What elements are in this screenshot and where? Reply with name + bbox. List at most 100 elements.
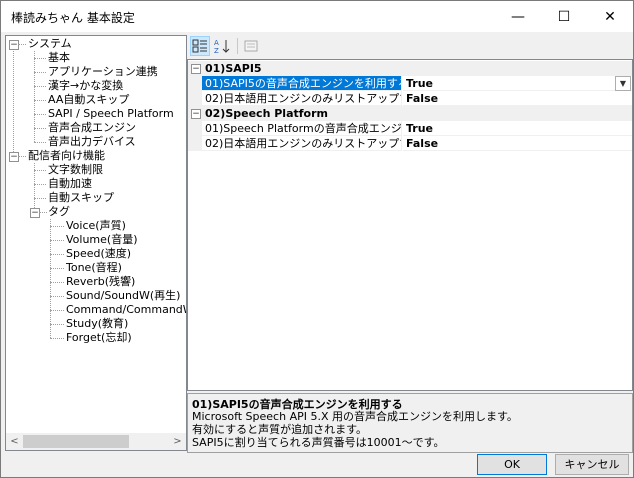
tree-guide-line [34, 170, 46, 171]
tree-guide-line [34, 72, 46, 73]
property-row[interactable]: 02)日本語用エンジンのみリストアップする False [188, 91, 632, 106]
property-value-text: True [406, 77, 434, 90]
tree-guide-line [50, 282, 64, 283]
property-pages-button[interactable] [241, 36, 261, 56]
scroll-left-arrow[interactable]: < [6, 433, 23, 450]
tree-guide-line [13, 44, 14, 156]
settings-tree[interactable]: < > システム − 基本 アプリケーション連携 漢字→かな変換 AA自動スキップ SAPI… [5, 35, 187, 451]
tree-item[interactable]: Reverb(残響) [66, 275, 135, 289]
tree-item[interactable]: Command/CommandW [66, 303, 186, 317]
tree-guide-line [34, 128, 46, 129]
help-description: Microsoft Speech API 5.X 用の音声合成エンジンを利用しま… [192, 410, 518, 449]
window-title: 棒読みちゃん 基本設定 [11, 11, 135, 25]
tree-item[interactable]: 漢字→かな変換 [48, 79, 123, 93]
cancel-button[interactable]: キャンセル [555, 454, 629, 475]
scroll-right-arrow[interactable]: > [169, 433, 186, 450]
property-value[interactable]: True [403, 121, 632, 136]
categorized-view-button[interactable] [190, 36, 210, 56]
title-bar: 棒読みちゃん 基本設定 — ☐ ✕ [1, 1, 633, 32]
category-label: 01)SAPI5 [205, 62, 262, 75]
tree-item[interactable]: Sound/SoundW(再生) [66, 289, 180, 303]
row-gutter [188, 121, 202, 136]
property-row[interactable]: 01)SAPI5の音声合成エンジンを利用する True ▼ [188, 76, 632, 91]
tree-item[interactable]: 自動スキップ [48, 191, 114, 205]
tree-guide-line [34, 58, 46, 59]
property-grid[interactable]: −01)SAPI5 01)SAPI5の音声合成エンジンを利用する True ▼ 02)日… [187, 59, 633, 391]
tree-item[interactable]: Tone(音程) [66, 261, 122, 275]
tree-guide-line [50, 226, 64, 227]
toolbar-separator [237, 38, 238, 54]
tree-guide-line [50, 254, 64, 255]
tree-item[interactable]: タグ [48, 205, 70, 219]
tree-item[interactable]: AA自動スキップ [48, 93, 129, 107]
tree-guide-line [18, 44, 26, 45]
tree-item[interactable]: SAPI / Speech Platform [48, 107, 174, 121]
tree-item[interactable]: Voice(声質) [66, 219, 126, 233]
tree-item[interactable]: Speed(速度) [66, 247, 131, 261]
category-row[interactable]: −01)SAPI5 [188, 61, 632, 76]
close-button[interactable]: ✕ [587, 1, 633, 32]
property-value[interactable]: False [403, 136, 632, 151]
tree-item[interactable]: 配信者向け機能 [28, 149, 105, 163]
row-gutter [188, 136, 202, 151]
tree-guide-line [18, 156, 26, 157]
ok-button[interactable]: OK [477, 454, 547, 475]
category-row[interactable]: −02)Speech Platform [188, 106, 632, 121]
tree-guide-line [34, 114, 46, 115]
property-name[interactable]: 02)日本語用エンジンのみリストアップする [202, 136, 402, 151]
tree-item[interactable]: 自動加速 [48, 177, 92, 191]
svg-text:A: A [214, 39, 219, 47]
tree-guide-line [50, 219, 51, 338]
property-value-text: False [406, 92, 439, 105]
row-gutter [188, 76, 202, 91]
tree-item[interactable]: システム [28, 37, 72, 51]
tree-guide-line [50, 324, 64, 325]
tree-expander-icon[interactable]: − [9, 152, 19, 162]
tree-item[interactable]: 音声合成エンジン [48, 121, 136, 135]
tree-item[interactable]: アプリケーション連携 [48, 65, 158, 79]
scroll-thumb[interactable] [23, 435, 129, 448]
property-value[interactable]: True ▼ [403, 76, 632, 91]
svg-text:Z: Z [214, 47, 219, 54]
help-panel: 01)SAPI5の音声合成エンジンを利用する Microsoft Speech … [187, 393, 633, 453]
tree-guide-line [50, 310, 64, 311]
category-expander-icon[interactable]: − [191, 64, 201, 74]
alphabetical-view-button[interactable]: A Z [212, 36, 232, 56]
row-gutter [188, 91, 202, 106]
dropdown-arrow-icon[interactable]: ▼ [615, 76, 631, 91]
tree-guide-line [34, 184, 46, 185]
tree-guide-line [34, 100, 46, 101]
property-value-text: True [406, 122, 434, 135]
tree-guide-line [50, 296, 64, 297]
alphabetical-icon: A Z [214, 39, 230, 54]
tree-item[interactable]: Forget(忘却) [66, 331, 132, 345]
tree-expander-icon[interactable]: − [30, 208, 40, 218]
maximize-button[interactable]: ☐ [541, 1, 587, 32]
property-row[interactable]: 01)Speech Platformの音声合成エンジン True [188, 121, 632, 136]
property-value[interactable]: False [403, 91, 632, 106]
category-label: 02)Speech Platform [205, 107, 328, 120]
tree-guide-line [39, 212, 47, 213]
property-pages-icon [244, 40, 258, 52]
property-name[interactable]: 01)Speech Platformの音声合成エンジン [202, 121, 402, 136]
tree-item[interactable]: 基本 [48, 51, 70, 65]
category-expander-icon[interactable]: − [191, 109, 201, 119]
tree-guide-line [50, 240, 64, 241]
tree-guide-line [34, 86, 46, 87]
settings-window: 棒読みちゃん 基本設定 — ☐ ✕ < > システム − 基本 アプリケーション連携漢… [0, 0, 634, 478]
tree-expander-icon[interactable]: − [9, 40, 19, 50]
tree-item[interactable]: 文字数制限 [48, 163, 103, 177]
tree-guide-line [34, 198, 46, 199]
property-name[interactable]: 01)SAPI5の音声合成エンジンを利用する [202, 76, 402, 91]
tree-guide-line [50, 338, 64, 339]
property-row[interactable]: 02)日本語用エンジンのみリストアップする False [188, 136, 632, 151]
tree-item[interactable]: 音声出力デバイス [48, 135, 136, 149]
tree-item[interactable]: Volume(音量) [66, 233, 138, 247]
categorized-icon [192, 39, 207, 53]
property-name[interactable]: 02)日本語用エンジンのみリストアップする [202, 91, 402, 106]
tree-guide-line [50, 268, 64, 269]
tree-item[interactable]: Study(教育) [66, 317, 128, 331]
minimize-button[interactable]: — [495, 1, 541, 32]
property-value-text: False [406, 137, 439, 150]
tree-horizontal-scrollbar[interactable]: < > [6, 433, 186, 450]
